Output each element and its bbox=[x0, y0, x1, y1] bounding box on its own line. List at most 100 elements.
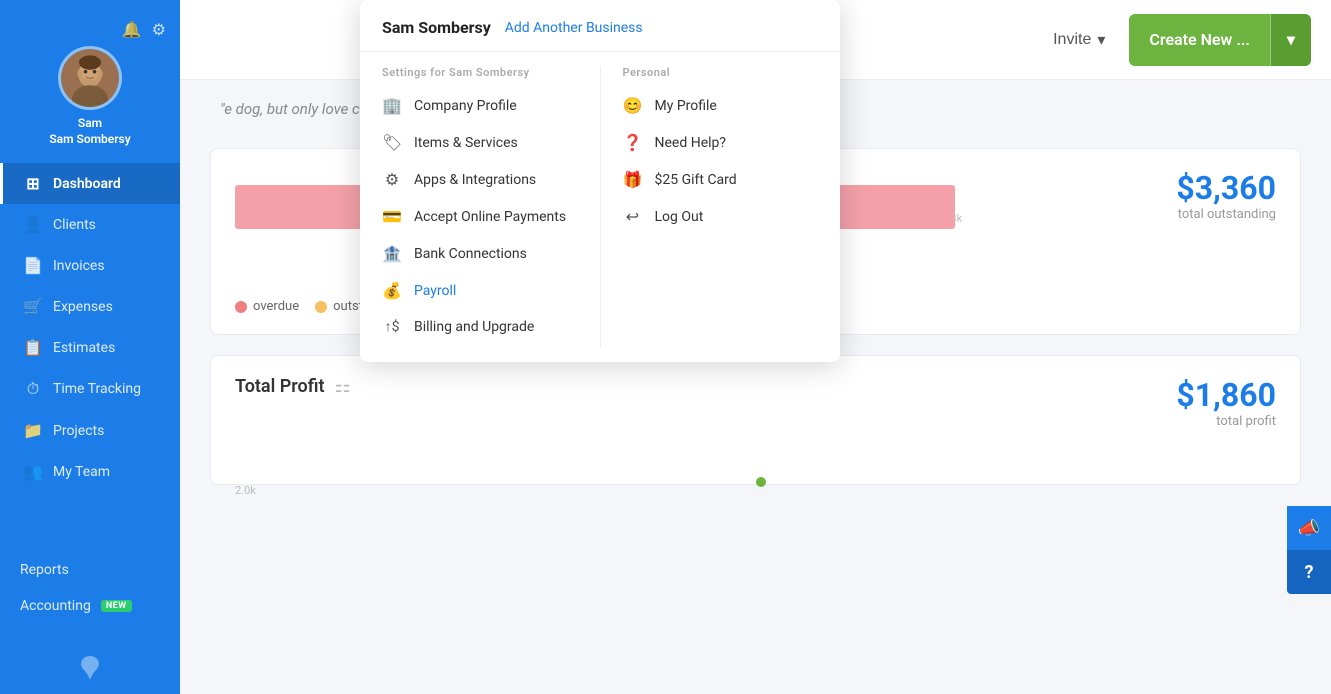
profit-filter-icon[interactable]: ⚏ bbox=[335, 376, 351, 397]
dropdown-item-company-profile[interactable]: 🏢 Company Profile bbox=[360, 87, 600, 124]
expenses-icon: 🛒 bbox=[23, 297, 43, 316]
dropdown-item-apps-integrations[interactable]: ⚙ Apps & Integrations bbox=[360, 161, 600, 198]
company-profile-icon: 🏢 bbox=[382, 96, 402, 115]
dropdown-body: Settings for Sam Sombersy 🏢 Company Prof… bbox=[360, 52, 840, 362]
bank-connections-label: Bank Connections bbox=[414, 246, 527, 262]
sidebar: 🔔 ⚙ Sam Sam Sombersy ⊞ bbox=[0, 0, 180, 694]
main-area: Invite ▾ Create New ... ▾ "e dog, but on… bbox=[180, 0, 1331, 694]
need-help-label: Need Help? bbox=[655, 135, 727, 151]
dropdown-item-billing-upgrade[interactable]: ↑$ Billing and Upgrade bbox=[360, 309, 600, 344]
sidebar-item-accounting[interactable]: Accounting NEW bbox=[0, 588, 180, 624]
create-new-button[interactable]: Create New ... ▾ bbox=[1129, 14, 1311, 66]
settings-section-label: Settings for Sam Sombersy bbox=[360, 66, 600, 87]
apps-integrations-label: Apps & Integrations bbox=[414, 172, 536, 188]
add-another-business-link[interactable]: Add Another Business bbox=[505, 20, 643, 36]
company-profile-label: Company Profile bbox=[414, 98, 517, 114]
float-right-buttons: 📣 ? bbox=[1287, 506, 1331, 594]
sidebar-item-label: My Team bbox=[53, 464, 110, 480]
invite-button[interactable]: Invite ▾ bbox=[1041, 22, 1117, 58]
my-profile-label: My Profile bbox=[655, 98, 717, 114]
invoices-icon: 📄 bbox=[23, 256, 43, 275]
need-help-icon: ❓ bbox=[623, 133, 643, 152]
sidebar-item-projects[interactable]: 📁 Projects bbox=[0, 410, 180, 451]
notifications-icon[interactable]: 🔔 bbox=[122, 20, 142, 40]
sidebar-item-my-team[interactable]: 👥 My Team bbox=[0, 451, 180, 492]
accept-payments-icon: 💳 bbox=[382, 207, 402, 226]
dashboard-icon: ⊞ bbox=[23, 174, 43, 193]
items-services-label: Items & Services bbox=[414, 135, 518, 151]
dropdown-item-accept-payments[interactable]: 💳 Accept Online Payments bbox=[360, 198, 600, 235]
bank-connections-icon: 🏦 bbox=[382, 244, 402, 263]
profit-value: $1,860 bbox=[1176, 376, 1276, 414]
sidebar-item-label: Expenses bbox=[53, 299, 113, 315]
outstanding-value: $3,360 bbox=[1176, 169, 1276, 207]
payroll-icon: 💰 bbox=[382, 281, 402, 300]
billing-upgrade-icon: ↑$ bbox=[382, 318, 402, 335]
accept-payments-label: Accept Online Payments bbox=[414, 209, 566, 225]
overdue-dot bbox=[235, 301, 247, 313]
sidebar-item-clients[interactable]: 👤 Clients bbox=[0, 204, 180, 245]
dropdown-item-gift-card[interactable]: 🎁 $25 Gift Card bbox=[601, 161, 841, 198]
dropdown-username: Sam Sombersy bbox=[382, 18, 491, 37]
clients-icon: 👤 bbox=[23, 215, 43, 234]
time-tracking-icon: ⏱ bbox=[23, 379, 43, 399]
sidebar-item-reports[interactable]: Reports bbox=[0, 552, 180, 588]
gift-card-label: $25 Gift Card bbox=[655, 172, 737, 188]
sidebar-item-dashboard[interactable]: ⊞ Dashboard bbox=[0, 163, 180, 204]
sidebar-item-label: Projects bbox=[53, 423, 104, 439]
sidebar-top: 🔔 ⚙ Sam Sam Sombersy bbox=[0, 10, 180, 163]
profit-label: total profit bbox=[1176, 414, 1276, 429]
sidebar-item-time-tracking[interactable]: ⏱ Time Tracking bbox=[0, 368, 180, 410]
billing-upgrade-label: Billing and Upgrade bbox=[414, 319, 534, 335]
avatar[interactable] bbox=[58, 46, 122, 110]
sidebar-leaf-logo bbox=[74, 636, 106, 694]
sidebar-item-expenses[interactable]: 🛒 Expenses bbox=[0, 286, 180, 327]
projects-icon: 📁 bbox=[23, 421, 43, 440]
items-services-icon: 🏷 bbox=[382, 133, 402, 152]
settings-icon[interactable]: ⚙ bbox=[152, 20, 166, 40]
sidebar-user-name: Sam Sam Sombersy bbox=[49, 116, 130, 147]
accounting-badge: NEW bbox=[101, 600, 132, 612]
personal-section-label: Personal bbox=[601, 66, 841, 87]
profit-axis-label: 2.0k bbox=[235, 484, 256, 497]
dropdown-item-need-help[interactable]: ❓ Need Help? bbox=[601, 124, 841, 161]
sidebar-item-label: Clients bbox=[53, 217, 96, 233]
profit-amount: $1,860 total profit bbox=[1176, 376, 1276, 429]
dropdown-header: Sam Sombersy Add Another Business bbox=[360, 0, 840, 52]
sidebar-nav: ⊞ Dashboard 👤 Clients 📄 Invoices 🛒 Expen… bbox=[0, 163, 180, 527]
megaphone-button[interactable]: 📣 bbox=[1287, 506, 1331, 550]
sidebar-bottom: Reports Accounting NEW bbox=[0, 540, 180, 636]
outstanding-dot bbox=[315, 301, 327, 313]
create-new-arrow-icon[interactable]: ▾ bbox=[1271, 14, 1311, 66]
dropdown-item-payroll[interactable]: 💰 Payroll bbox=[360, 272, 600, 309]
dropdown-settings-col: Settings for Sam Sombersy 🏢 Company Prof… bbox=[360, 52, 600, 362]
profit-card: Total Profit ⚏ $1,860 total profit 2.0k bbox=[210, 355, 1301, 485]
dropdown-item-my-profile[interactable]: 😊 My Profile bbox=[601, 87, 841, 124]
profit-title: Total Profit bbox=[235, 376, 325, 397]
dropdown-item-log-out[interactable]: ↩ Log Out bbox=[601, 198, 841, 235]
sidebar-item-estimates[interactable]: 📋 Estimates bbox=[0, 327, 180, 368]
outstanding-amount: $3,360 total outstanding bbox=[1176, 169, 1276, 222]
estimates-icon: 📋 bbox=[23, 338, 43, 357]
dropdown-item-bank-connections[interactable]: 🏦 Bank Connections bbox=[360, 235, 600, 272]
invite-label: Invite bbox=[1053, 31, 1091, 49]
my-profile-icon: 😊 bbox=[623, 96, 643, 115]
gift-card-icon: 🎁 bbox=[623, 170, 643, 189]
sidebar-item-label: Estimates bbox=[53, 340, 115, 356]
sidebar-item-label: Dashboard bbox=[53, 176, 121, 192]
legend-overdue: overdue bbox=[235, 299, 299, 314]
sidebar-item-invoices[interactable]: 📄 Invoices bbox=[0, 245, 180, 286]
help-icon: ? bbox=[1305, 562, 1314, 583]
sidebar-item-label: Time Tracking bbox=[53, 381, 141, 397]
megaphone-icon: 📣 bbox=[1298, 518, 1320, 539]
outstanding-label: total outstanding bbox=[1176, 207, 1276, 222]
dropdown-menu[interactable]: Sam Sombersy Add Another Business Settin… bbox=[360, 0, 840, 362]
my-team-icon: 👥 bbox=[23, 462, 43, 481]
profit-chart-dot bbox=[756, 477, 766, 487]
dropdown-item-items-services[interactable]: 🏷 Items & Services bbox=[360, 124, 600, 161]
log-out-icon: ↩ bbox=[623, 207, 643, 226]
help-button[interactable]: ? bbox=[1287, 550, 1331, 594]
reports-label: Reports bbox=[20, 562, 69, 578]
create-new-label: Create New ... bbox=[1129, 14, 1271, 66]
accounting-label: Accounting bbox=[20, 598, 91, 614]
